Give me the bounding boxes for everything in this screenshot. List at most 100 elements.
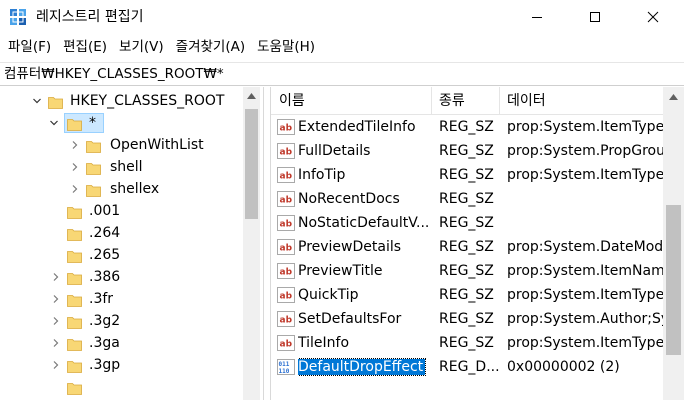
value-data: prop:System.ItemTypeT (507, 287, 663, 303)
string-value-icon: ab (277, 239, 295, 255)
scroll-up-arrow-icon[interactable] (243, 87, 260, 104)
list-row[interactable]: ab SetDefaultsFor REG_SZ prop:System.Aut… (271, 307, 663, 331)
svg-text:110: 110 (279, 368, 290, 375)
dword-value-icon: 011 110 (277, 359, 295, 375)
menu-favorites[interactable]: 즐겨찾기(A) (170, 36, 251, 58)
svg-text:ab: ab (280, 268, 293, 278)
value-type: REG_SZ (439, 167, 494, 183)
string-value-icon: ab (277, 215, 295, 231)
list-row[interactable]: ab NoStaticDefaultV... REG_SZ (271, 211, 663, 235)
chevron-down-icon[interactable] (47, 112, 61, 134)
list-scrollbar[interactable] (663, 87, 684, 400)
svg-text:ab: ab (280, 172, 293, 182)
tree-item-label: .386 (89, 269, 121, 285)
tree-item-264[interactable]: .264 (0, 222, 243, 244)
folder-icon (86, 160, 101, 175)
list-row-selected[interactable]: 011 110 DefaultDropEffect REG_D... 0x0000… (271, 355, 663, 379)
folder-icon (67, 314, 82, 329)
list-row[interactable]: ab FullDetails REG_SZ prop:System.PropGr… (271, 139, 663, 163)
scroll-thumb[interactable] (666, 205, 681, 355)
tree-item-label: HKEY_CLASSES_ROOT (70, 93, 225, 109)
close-button[interactable] (630, 0, 676, 34)
tree-item-asterisk[interactable]: * (0, 112, 243, 134)
pane-splitter[interactable] (263, 87, 270, 400)
scroll-thumb[interactable] (245, 109, 258, 219)
column-header-name[interactable]: 이름 (271, 87, 431, 115)
string-value-icon: ab (277, 263, 295, 279)
values-list[interactable]: 이름 종류 데이터 ab ExtendedTileInfo REG_SZ pro… (270, 87, 663, 400)
folder-icon (67, 226, 82, 241)
folder-icon (86, 138, 101, 153)
minimize-button[interactable] (514, 0, 560, 34)
tree-item-hkey-classes-root[interactable]: HKEY_CLASSES_ROOT (0, 90, 243, 112)
chevron-right-icon[interactable] (68, 156, 82, 178)
string-value-icon: ab (277, 119, 295, 135)
window-title: 레지스트리 편집기 (36, 9, 144, 25)
list-row[interactable]: ab QuickTip REG_SZ prop:System.ItemTypeT (271, 283, 663, 307)
menu-help[interactable]: 도움말(H) (251, 36, 321, 58)
regedit-icon (10, 9, 26, 25)
chevron-right-icon[interactable] (68, 178, 82, 200)
tree-pane[interactable]: HKEY_CLASSES_ROOT * OpenWithList shell s… (0, 87, 263, 400)
title-bar: 레지스트리 편집기 (0, 0, 684, 34)
tree-item-shellex[interactable]: shellex (0, 178, 243, 200)
chevron-right-icon[interactable] (49, 354, 63, 376)
chevron-right-icon[interactable] (49, 310, 63, 332)
folder-icon (67, 248, 82, 263)
maximize-button[interactable] (572, 0, 618, 34)
menu-edit[interactable]: 편집(E) (57, 36, 113, 58)
value-name: PreviewTitle (298, 263, 383, 279)
tree-item-265[interactable]: .265 (0, 244, 243, 266)
menu-view[interactable]: 보기(V) (113, 36, 170, 58)
chevron-right-icon[interactable] (49, 266, 63, 288)
tree-item-3gp[interactable]: .3gp (0, 354, 243, 376)
menu-file[interactable]: 파일(F) (2, 36, 57, 58)
svg-text:ab: ab (280, 220, 293, 230)
tree-item-001[interactable]: .001 (0, 200, 243, 222)
chevron-right-icon[interactable] (49, 332, 63, 354)
folder-icon (67, 336, 82, 351)
tree-item-386[interactable]: .386 (0, 266, 243, 288)
scroll-up-arrow-icon[interactable] (663, 87, 684, 107)
list-row[interactable]: ab PreviewTitle REG_SZ prop:System.ItemN… (271, 259, 663, 283)
tree-item-openwithlist[interactable]: OpenWithList (0, 134, 243, 156)
value-name: NoRecentDocs (298, 191, 400, 207)
list-row[interactable]: ab TileInfo REG_SZ prop:System.ItemTypeT (271, 331, 663, 355)
tree-item-label: .3ga (89, 335, 120, 351)
value-type: REG_SZ (439, 215, 494, 231)
tree-item-label: OpenWithList (110, 137, 204, 153)
string-value-icon: ab (277, 143, 295, 159)
tree-item-label: .264 (89, 225, 121, 241)
chevron-down-icon[interactable] (30, 90, 44, 112)
value-name: ExtendedTileInfo (298, 119, 416, 135)
tree-item-3g2[interactable]: .3g2 (0, 310, 243, 332)
tree-item-3fr[interactable]: .3fr (0, 288, 243, 310)
folder-icon (86, 182, 101, 197)
column-header-type[interactable]: 종류 (431, 87, 499, 115)
tree-item-shell[interactable]: shell (0, 156, 243, 178)
tree-item-label: .3fr (89, 291, 114, 307)
string-value-icon: ab (277, 335, 295, 351)
maximize-icon (590, 12, 600, 22)
value-data: prop:System.Author;Sys (507, 311, 663, 327)
list-row[interactable]: ab NoRecentDocs REG_SZ (271, 187, 663, 211)
tree-item-partial[interactable] (0, 376, 243, 398)
value-data: prop:System.ItemTypeT (507, 119, 663, 135)
tree-item-3ga[interactable]: .3ga (0, 332, 243, 354)
svg-text:ab: ab (280, 196, 293, 206)
tree-item-label: .265 (89, 247, 121, 263)
column-header-data[interactable]: 데이터 (499, 87, 663, 115)
tree-scrollbar[interactable] (243, 87, 260, 400)
chevron-right-icon[interactable] (68, 134, 82, 156)
address-bar[interactable]: 컴퓨터₩HKEY_CLASSES_ROOT₩* (0, 62, 684, 86)
list-row[interactable]: ab InfoTip REG_SZ prop:System.ItemTypeT (271, 163, 663, 187)
folder-icon (67, 204, 82, 219)
tree-item-label: .001 (89, 203, 121, 219)
chevron-right-icon[interactable] (49, 288, 63, 310)
list-row[interactable]: ab ExtendedTileInfo REG_SZ prop:System.I… (271, 115, 663, 139)
list-row[interactable]: ab PreviewDetails REG_SZ prop:System.Dat… (271, 235, 663, 259)
minimize-icon (532, 17, 542, 18)
value-data: prop:System.ItemTypeT (507, 167, 663, 183)
tree-item-label: shellex (110, 181, 160, 197)
tree-item-label: .3gp (89, 357, 121, 373)
